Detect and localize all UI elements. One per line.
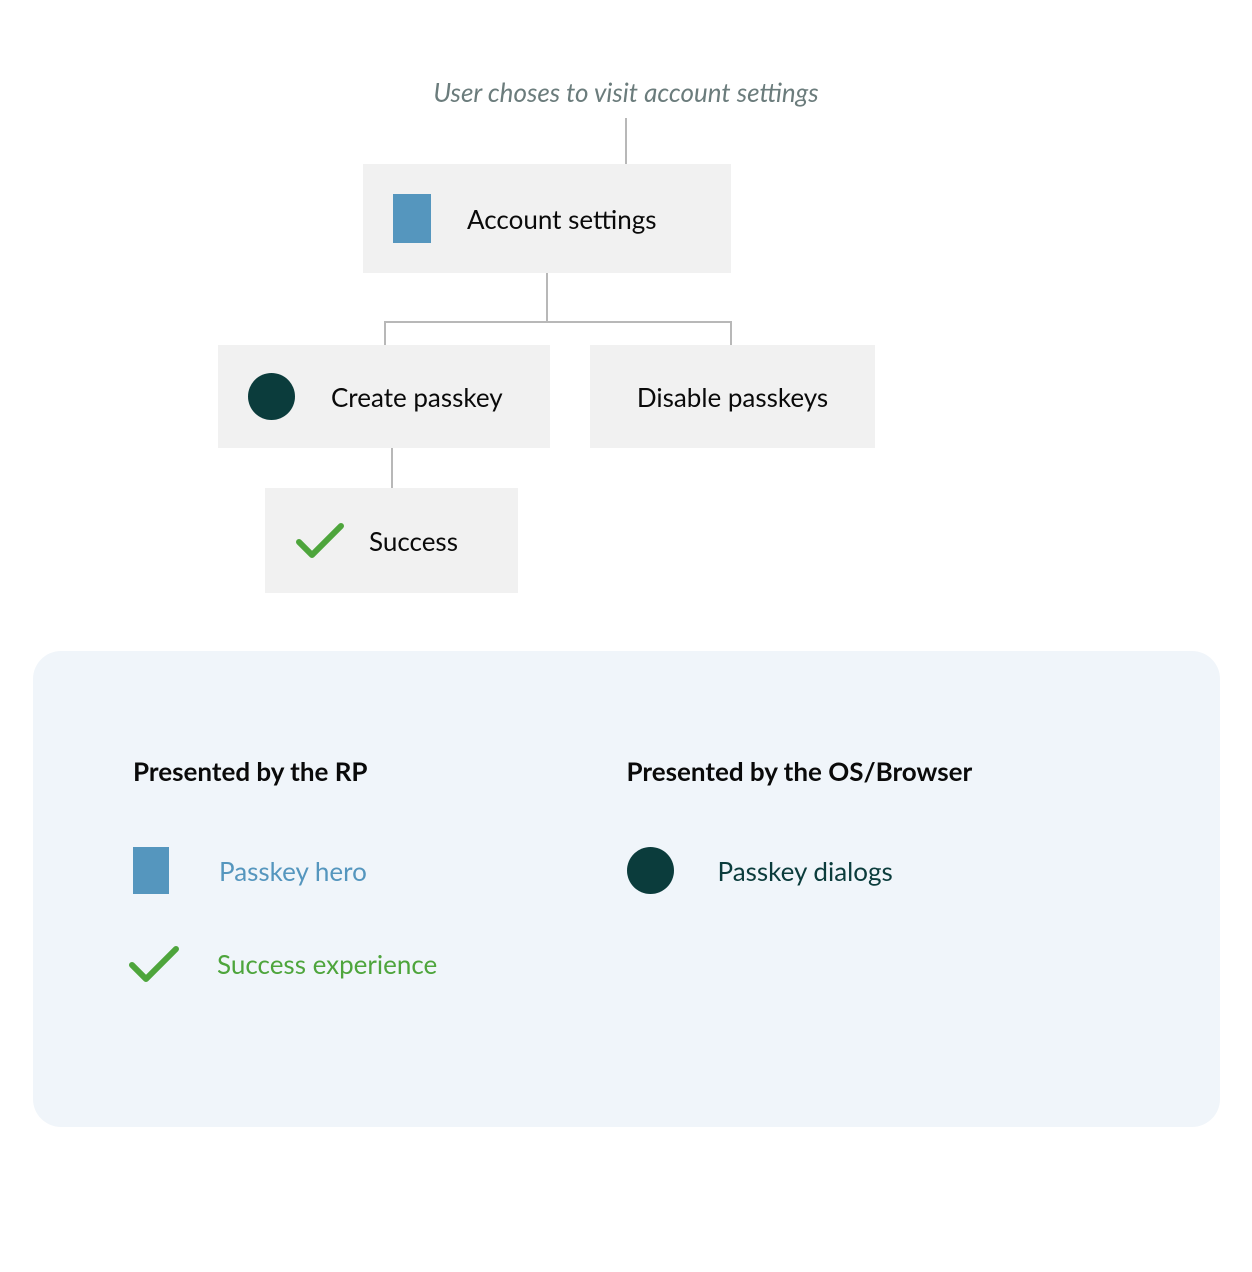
node-disable-passkeys: Disable passkeys <box>590 345 875 448</box>
node-label: Disable passkeys <box>637 381 828 413</box>
legend-column-rp: Presented by the RP Passkey hero Success… <box>133 755 627 1023</box>
node-success: Success <box>265 488 518 593</box>
caption-text: User choses to visit account settings <box>433 76 818 108</box>
connector-line <box>730 321 732 345</box>
node-account-settings: Account settings <box>363 164 731 273</box>
connector-line <box>384 321 386 345</box>
node-create-passkey: Create passkey <box>218 345 550 448</box>
legend-item-success: Success experience <box>133 944 627 984</box>
connector-line <box>391 448 393 488</box>
legend-item-dialogs: Passkey dialogs <box>627 847 1121 894</box>
node-label: Success <box>369 525 458 557</box>
passkey-hero-icon <box>393 194 431 243</box>
passkey-hero-icon <box>133 847 169 894</box>
legend-panel: Presented by the RP Passkey hero Success… <box>33 651 1220 1127</box>
node-label: Create passkey <box>331 381 503 413</box>
connector-line <box>384 321 732 323</box>
passkey-dialog-icon <box>627 847 674 894</box>
legend-label: Passkey dialogs <box>718 855 893 887</box>
checkmark-icon <box>295 522 345 560</box>
connector-line <box>546 273 548 321</box>
checkmark-icon <box>127 944 181 984</box>
legend-label: Passkey hero <box>219 855 367 887</box>
legend-heading-rp: Presented by the RP <box>133 755 627 787</box>
connector-line <box>625 118 627 164</box>
legend-label: Success experience <box>217 948 437 980</box>
legend-column-os: Presented by the OS/Browser Passkey dial… <box>627 755 1121 1023</box>
legend-heading-os: Presented by the OS/Browser <box>627 755 1121 787</box>
node-label: Account settings <box>467 203 657 235</box>
legend-item-hero: Passkey hero <box>133 847 627 894</box>
passkey-dialog-icon <box>248 373 295 420</box>
